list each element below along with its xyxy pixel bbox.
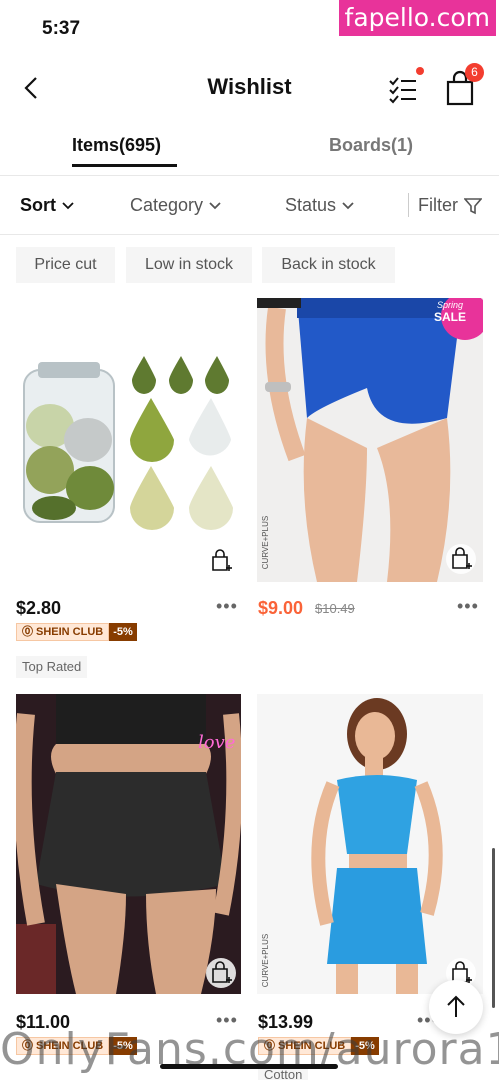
club-label: SHEIN CLUB [36,626,104,638]
club-discount: -5% [109,623,137,641]
spring-sale-badge: Spring SALE [428,300,472,336]
tab-bar: Items(695) Boards(1) [0,124,499,176]
category-label: Category [130,195,204,215]
blue-skort-image [257,298,483,582]
more-options-button[interactable]: ••• [216,596,238,617]
active-tab-indicator [72,164,177,167]
tab-boards[interactable]: Boards(1) [329,135,413,156]
filter-divider [408,193,409,217]
chevron-down-icon [209,201,221,209]
add-to-cart-icon [212,549,232,571]
product-card[interactable]: $2.80 ••• ⓪ SHEIN CLUB -5% Top Rated [16,298,241,688]
manage-list-button[interactable] [386,72,420,106]
product-price: $2.80 [16,598,62,618]
product-image[interactable]: Spring SALE CURVE+PLUS [257,298,483,582]
product-image[interactable]: CURVE+PLUS [257,694,483,994]
product-card[interactable]: Spring SALE CURVE+PLUS $9.00 $10.49 ••• [257,298,483,628]
home-indicator[interactable] [160,1064,338,1069]
add-to-cart-button[interactable] [206,546,236,576]
blue-two-piece-image [257,694,483,994]
club-icon: ⓪ [22,626,33,638]
status-bar: 5:37 fapello.com [0,0,499,58]
tab-items[interactable]: Items(695) [72,135,161,156]
chevron-down-icon [62,201,74,209]
checklist-icon [389,77,416,104]
badge-line1: Spring [436,300,463,310]
original-price: $10.49 [315,601,355,616]
filter-label: Filter [418,195,458,215]
chip-low-in-stock[interactable]: Low in stock [126,247,252,283]
neon-sign-text: love [198,732,236,753]
brand-vertical-label: CURVE+PLUS [261,933,271,988]
page-title: Wishlist [207,74,292,99]
add-to-cart-icon [212,961,232,983]
add-to-cart-icon [452,547,472,569]
badge-line2: SALE [433,310,466,324]
status-label: Status [285,195,337,215]
add-to-cart-button[interactable] [206,958,236,988]
status-dropdown[interactable]: Status [285,195,354,216]
product-image[interactable]: love [16,694,241,994]
funnel-icon [464,197,482,214]
product-card[interactable]: love $11.00 ••• ⓪ SHEIN CLUB -5% [16,694,241,1064]
sort-label: Sort [20,195,56,215]
notification-dot [416,67,424,75]
scrollbar[interactable] [492,848,495,1008]
filter-bar: Sort Category Status Filter [0,177,499,235]
cart-count-badge: 6 [465,63,484,82]
chevron-down-icon [342,201,354,209]
chip-price-cut[interactable]: Price cut [16,247,115,283]
more-options-button[interactable]: ••• [457,596,479,617]
watermark-top: fapello.com [338,0,496,36]
header: Wishlist 6 [0,62,499,116]
sort-dropdown[interactable]: Sort [20,195,74,216]
add-to-cart-button[interactable] [446,544,476,574]
product-image[interactable] [16,298,241,582]
status-time: 5:37 [42,18,81,39]
brand-vertical-label: CURVE+PLUS [261,515,271,570]
product-price: $9.00 [258,598,304,618]
product-tag: Top Rated [16,656,88,678]
shein-club-badge: ⓪ SHEIN CLUB -5% [16,623,137,641]
category-dropdown[interactable]: Category [130,195,221,216]
chip-back-in-stock[interactable]: Back in stock [262,247,395,283]
filter-button[interactable]: Filter [418,195,482,216]
makeup-sponge-image [23,356,233,530]
